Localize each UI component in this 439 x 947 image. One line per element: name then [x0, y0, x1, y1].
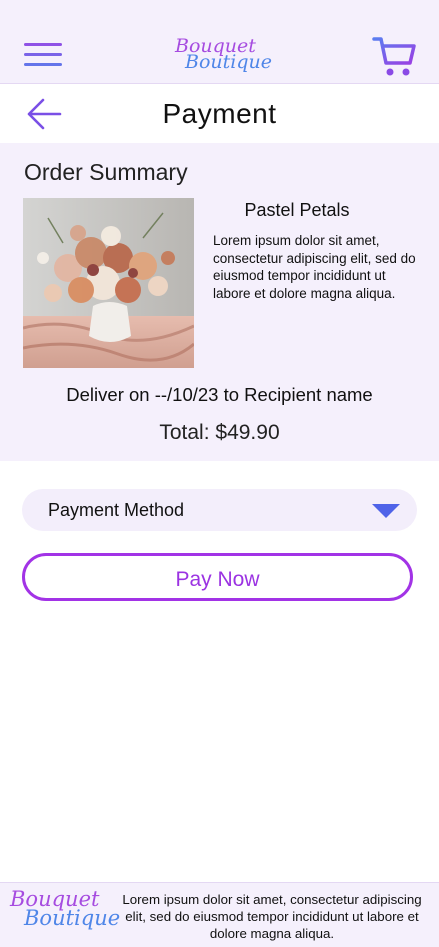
- order-summary-heading: Order Summary: [24, 159, 188, 185]
- hamburger-menu-icon[interactable]: [24, 40, 62, 70]
- brand-logo[interactable]: Bouquet Boutique: [175, 37, 272, 72]
- order-total: Total: $49.90: [159, 421, 280, 444]
- bouquet-product-image: [23, 198, 194, 368]
- caret-down-icon: [372, 504, 400, 518]
- page-title: Payment: [162, 98, 277, 129]
- order-summary-panel: Order Summary Pastel Petals Lorem ipsum …: [0, 143, 439, 461]
- app-header: Bouquet Boutique: [0, 0, 439, 84]
- payment-method-dropdown[interactable]: Payment Method: [22, 489, 417, 531]
- pay-now-button[interactable]: Pay Now: [22, 553, 413, 601]
- brand-logo-line2: Boutique: [185, 51, 272, 73]
- product-name: Pastel Petals: [244, 200, 350, 220]
- product-description: Lorem ipsum dolor sit amet, consectetur …: [213, 233, 416, 301]
- app-footer: Bouquet Boutique Lorem ipsum dolor sit a…: [0, 882, 439, 947]
- shopping-cart-icon[interactable]: [372, 35, 416, 79]
- delivery-details: Deliver on --/10/23 to Recipient name: [66, 384, 373, 405]
- footer-logo-line2: Boutique: [24, 906, 121, 930]
- payment-method-label: Payment Method: [48, 500, 185, 520]
- page-titlebar: Payment: [0, 84, 439, 143]
- footer-brand-logo[interactable]: Bouquet Boutique: [10, 889, 120, 929]
- footer-text: Lorem ipsum dolor sit amet, consectetur …: [122, 892, 422, 941]
